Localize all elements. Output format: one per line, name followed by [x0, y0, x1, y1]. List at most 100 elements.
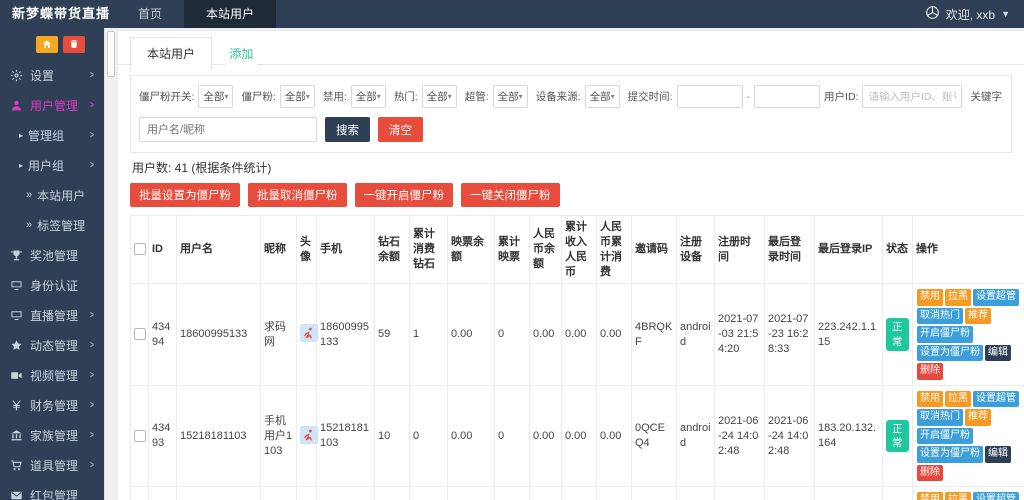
clear-button[interactable]: 清空 — [378, 117, 423, 142]
cell-phone: 18632229371 — [316, 486, 375, 500]
select-value: 全部 — [426, 91, 448, 103]
cancel-hot-button[interactable]: 取消热门 — [917, 307, 963, 325]
column-header-4: 手机 — [316, 214, 375, 285]
sidebar-item-0[interactable]: 设置 > — [0, 60, 104, 90]
chevron-right-icon: > — [90, 99, 95, 111]
chevron-down-icon: ▼ — [1001, 9, 1010, 19]
sidebar-item-11[interactable]: 财务管理 > — [0, 390, 104, 420]
column-header-7: 映票余额 — [447, 214, 495, 285]
disable-button[interactable]: 禁用 — [917, 492, 943, 500]
enable-zombie-button[interactable]: 开启僵尸粉 — [917, 326, 973, 343]
checkbox-cell — [130, 384, 149, 488]
chevron-right-icon: > — [90, 309, 95, 321]
date-to-input[interactable] — [754, 85, 821, 108]
blacklist-button[interactable]: 拉黑 — [945, 289, 971, 306]
filter-label-6: 提交时间: — [627, 91, 673, 103]
sidebar-item-label: 家族管理 — [30, 428, 79, 443]
trash-icon — [69, 37, 79, 52]
cell-id: 43493 — [148, 384, 177, 488]
search-button[interactable]: 搜索 — [325, 117, 370, 142]
sidebar-item-1[interactable]: 用户管理 > — [0, 90, 104, 120]
cell-id: 43492 — [148, 486, 177, 500]
keyword-input[interactable] — [139, 117, 317, 142]
bulk-button-2[interactable]: 一键开启僵尸粉 — [354, 183, 453, 207]
sidebar-item-14[interactable]: 红包管理 — [0, 480, 104, 500]
column-header-1: 用户名 — [176, 214, 261, 285]
sidebar-item-4[interactable]: » 本站用户 — [0, 180, 104, 210]
user-menu[interactable]: 欢迎, xxb ▼ — [925, 0, 1024, 28]
cell-reg_time: 2021-06-24 14:02:48 — [714, 384, 765, 488]
cell-diamond: 10 — [374, 384, 410, 488]
cell-ip: 183.20.132.164 — [814, 384, 883, 488]
blacklist-button[interactable]: 拉黑 — [945, 492, 971, 500]
cancel-hot-button[interactable]: 取消热门 — [917, 409, 963, 426]
filter-select-5[interactable]: 全部 ▾ — [584, 85, 620, 108]
select-all-checkbox[interactable] — [134, 243, 146, 256]
recommend-button[interactable]: 推荐 — [965, 307, 991, 325]
edit-button[interactable]: 编辑 — [985, 446, 1011, 463]
filter-select-4[interactable]: 全部 ▾ — [492, 85, 528, 108]
select-value: 全部 — [589, 91, 611, 103]
sidebar-item-label: 标签管理 — [37, 218, 86, 233]
sidebar-scrollbar[interactable] — [104, 28, 116, 500]
sidebar-item-8[interactable]: 直播管理 > — [0, 300, 104, 330]
cell-username: 15218181103 — [176, 384, 261, 488]
filter-select-3[interactable]: 全部 ▾ — [421, 85, 457, 108]
sidebar-item-label: 道具管理 — [30, 458, 79, 473]
status-cell: 正常 — [882, 283, 913, 386]
row-checkbox[interactable] — [134, 429, 146, 442]
filter-select-2[interactable]: 全部 ▾ — [350, 85, 386, 108]
chevron-down-icon: ▾ — [224, 92, 229, 101]
sidebar-item-2[interactable]: ▸ 管理组 > — [0, 120, 104, 150]
tab-add-user[interactable]: 添加 — [225, 38, 258, 69]
set-superadmin-button[interactable]: 设置超管 — [973, 390, 1019, 408]
nav-tab-site-users[interactable]: 本站用户 — [184, 0, 277, 28]
enable-zombie-button[interactable]: 开启僵尸粉 — [917, 427, 973, 445]
delete-button[interactable]: 删除 — [917, 363, 943, 380]
filter-select-0[interactable]: 全部 ▾ — [198, 85, 234, 108]
sidebar-item-10[interactable]: 视频管理 > — [0, 360, 104, 390]
cell-diamond_spent: 0 — [409, 486, 448, 500]
set-superadmin-button[interactable]: 设置超管 — [973, 492, 1019, 500]
yen-icon — [10, 399, 24, 412]
set-zombie-button[interactable]: 设置为僵尸粉 — [917, 344, 983, 362]
disable-button[interactable]: 禁用 — [917, 289, 943, 306]
filter-select-1[interactable]: 全部 ▾ — [279, 85, 315, 108]
submenu-marker-icon: » — [26, 189, 33, 201]
edit-button[interactable]: 编辑 — [985, 344, 1011, 362]
sidebar-item-7[interactable]: 身份认证 — [0, 270, 104, 300]
sidebar-item-label: 用户管理 — [30, 98, 79, 113]
sidebar-item-3[interactable]: ▸ 用户组 > — [0, 150, 104, 180]
sidebar-item-12[interactable]: 家族管理 > — [0, 420, 104, 450]
user-id-input[interactable] — [862, 85, 963, 108]
column-header-12: 邀请码 — [631, 214, 677, 285]
recommend-button[interactable]: 推荐 — [965, 409, 991, 426]
set-zombie-button[interactable]: 设置为僵尸粉 — [917, 446, 983, 463]
blacklist-button[interactable]: 拉黑 — [945, 390, 971, 408]
sidebar-item-6[interactable]: 奖池管理 — [0, 240, 104, 270]
trash-button[interactable] — [63, 36, 85, 53]
sidebar-item-5[interactable]: » 标签管理 — [0, 210, 104, 240]
set-superadmin-button[interactable]: 设置超管 — [973, 289, 1019, 306]
cell-nickname: 手机用户1103 — [260, 384, 297, 488]
date-from-input[interactable] — [676, 85, 743, 108]
bulk-button-3[interactable]: 一键关闭僵尸粉 — [461, 183, 560, 207]
scrollbar-thumb[interactable] — [107, 31, 115, 77]
sidebar-item-13[interactable]: 道具管理 > — [0, 450, 104, 480]
sidebar-item-label: 身份认证 — [30, 278, 79, 293]
actions-cell: 禁用拉黑设置超管取消热门推荐开启僵尸粉设置为僵尸粉编辑删除 — [912, 486, 1024, 500]
cell-phone: 15218181103 — [316, 384, 375, 488]
delete-button[interactable]: 删除 — [917, 464, 943, 482]
tab-site-users[interactable]: 本站用户 — [130, 37, 213, 71]
cell-nickname: 求码网 — [260, 283, 297, 386]
nav-tab-home[interactable]: 首页 — [116, 0, 184, 28]
home-button[interactable] — [36, 36, 58, 53]
disable-button[interactable]: 禁用 — [917, 390, 943, 408]
sidebar-item-9[interactable]: 动态管理 > — [0, 330, 104, 360]
cell-last_login: 2021-05-29 21:23:53 — [764, 486, 815, 500]
table-row: 4349218632229371手机用户937118632229371000.0… — [130, 486, 1024, 500]
chevron-right-icon: > — [90, 129, 95, 141]
bulk-button-0[interactable]: 批量设置为僵尸粉 — [130, 183, 240, 207]
row-checkbox[interactable] — [134, 328, 146, 341]
bulk-button-1[interactable]: 批量取消僵尸粉 — [248, 183, 347, 207]
